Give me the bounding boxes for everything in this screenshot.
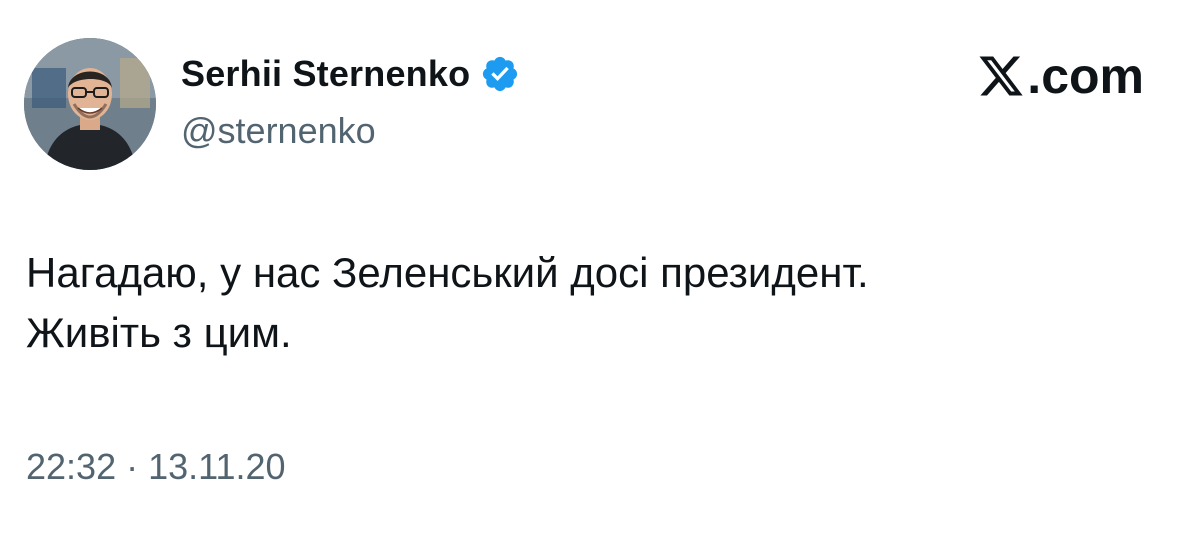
tweet-timestamp[interactable]: 22:32 · 13.11.20: [26, 446, 286, 488]
timestamp-separator: ·: [126, 446, 139, 487]
author-handle[interactable]: @sternenko: [181, 110, 376, 152]
avatar-image: [24, 38, 156, 170]
brand-domain: .com: [1027, 48, 1144, 104]
tweet-line: Нагадаю, у нас Зеленський досі президент…: [26, 249, 869, 296]
tweet-card: Serhii Sternenko @sternenko .com Нагадаю…: [0, 0, 1200, 535]
verified-badge-icon: [480, 54, 520, 94]
tweet-text: Нагадаю, у нас Зеленський досі президент…: [26, 243, 1166, 363]
tweet-time: 22:32: [26, 446, 117, 487]
x-logo-icon: [977, 52, 1025, 100]
tweet-line: Живіть з цим.: [26, 309, 292, 356]
display-name[interactable]: Serhii Sternenko: [181, 53, 470, 95]
tweet-date: 13.11.20: [148, 446, 286, 487]
brand-watermark: .com: [977, 48, 1144, 104]
avatar[interactable]: [24, 38, 156, 170]
author-name-row: Serhii Sternenko: [181, 52, 520, 96]
